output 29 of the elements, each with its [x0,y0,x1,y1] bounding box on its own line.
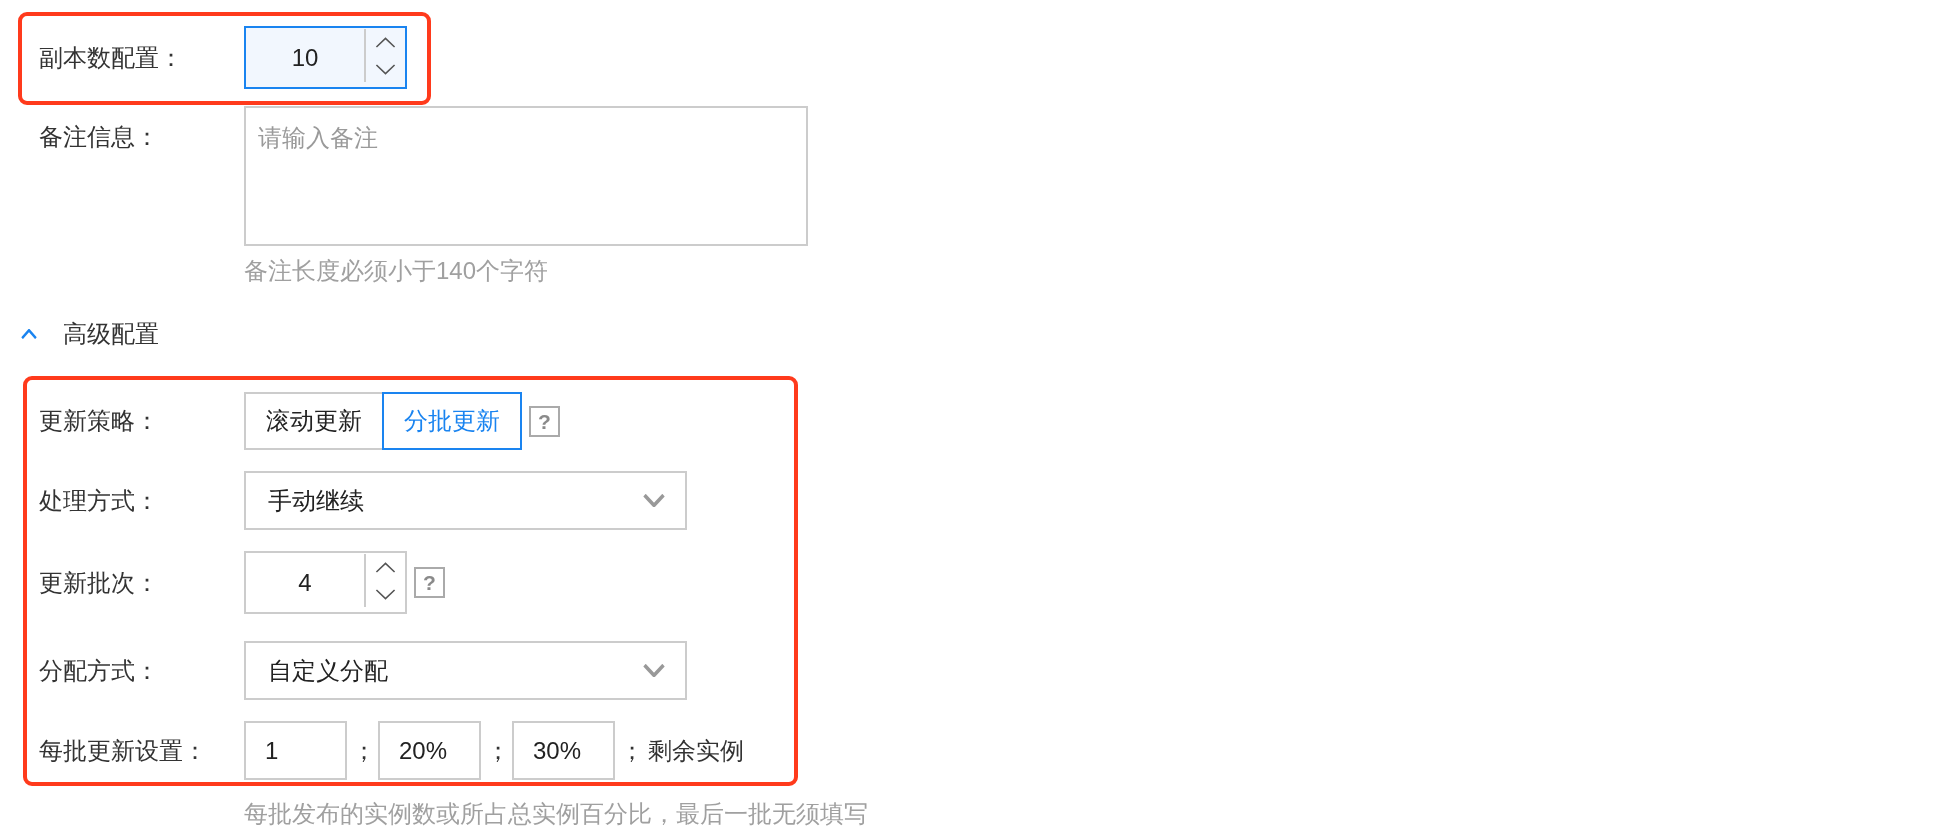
field-label: 更新策略： [39,406,159,436]
field-label: 分配方式： [39,655,159,686]
hint-text: 每批发布的实例数或所占总实例百分比，最后一批无须填写 [244,799,868,829]
separator-text: ； [620,735,644,766]
field-label: 处理方式： [39,485,159,516]
field-label: 每批更新设置： [39,735,207,766]
chevron-down-icon [375,588,396,600]
field-label: 更新批次： [39,567,159,598]
number-field[interactable]: 4 [244,551,407,614]
chevron-up-icon [375,36,396,48]
segment-option[interactable]: 滚动更新 [244,392,384,450]
remainder-label: 剩余实例 [648,735,744,766]
dropdown-select[interactable]: 自定义分配 [244,641,687,700]
section-toggle[interactable]: 高级配置 [21,318,159,350]
segment-option[interactable]: 分批更新 [382,392,522,450]
field-label: 备注信息： [39,122,159,152]
chevron-down-icon [643,494,665,507]
batch-input[interactable]: 30% [512,721,615,780]
dropdown-select[interactable]: 手动继续 [244,471,687,530]
chevron-up-icon [375,561,396,573]
hint-text: 备注长度必须小于140个字符 [244,256,549,286]
chevron-down-icon [375,63,396,75]
separator-text: ； [486,735,510,766]
number-field[interactable]: 10 [244,26,407,89]
batch-input[interactable]: 20% [378,721,481,780]
batch-input[interactable]: 1 [244,721,347,780]
separator-text: ； [352,735,376,766]
field-label: 副本数配置： [39,42,183,73]
chevron-down-icon [643,664,665,677]
